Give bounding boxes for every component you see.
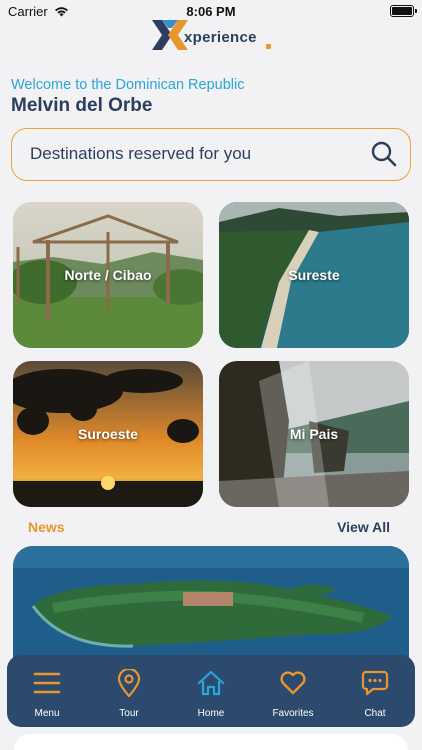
suroeste-label: Suroeste: [78, 426, 138, 442]
menu-icon: [33, 672, 61, 694]
tab-bar: Menu Tour Home Favorites Chat: [7, 655, 415, 727]
tab-menu[interactable]: Menu: [7, 655, 87, 727]
news-heading: News: [28, 519, 65, 535]
logo-text: xperience: [184, 29, 257, 46]
logo-dot: [266, 44, 271, 49]
norte-cibao-label: Norte / Cibao: [64, 267, 152, 283]
destination-card-mi-pais[interactable]: Mi Pais: [219, 361, 409, 507]
tab-home-label: Home: [197, 708, 225, 719]
tab-chat[interactable]: Chat: [335, 655, 415, 727]
destination-card-norte-cibao[interactable]: Norte / Cibao: [13, 202, 203, 348]
tab-favorites-label: Favorites: [272, 708, 314, 719]
destination-card-sureste[interactable]: Sureste: [219, 202, 409, 348]
tab-chat-label: Chat: [364, 708, 386, 719]
user-name: Melvin del Orbe: [11, 95, 153, 116]
search-bar[interactable]: [11, 128, 411, 181]
tab-favorites[interactable]: Favorites: [253, 655, 333, 727]
destination-card-suroeste[interactable]: Suroeste: [13, 361, 203, 507]
tab-menu-label: Menu: [34, 708, 60, 719]
view-all-link[interactable]: View All: [337, 519, 390, 535]
chat-icon: [361, 670, 389, 696]
location-pin-icon: [117, 669, 141, 697]
home-icon: [197, 670, 225, 696]
welcome-text: Welcome to the Dominican Republic: [11, 77, 245, 93]
tab-home[interactable]: Home: [171, 655, 251, 727]
tab-tour[interactable]: Tour: [89, 655, 169, 727]
tab-tour-label: Tour: [119, 708, 139, 719]
heart-icon: [280, 671, 306, 695]
app-logo: xperience: [0, 18, 422, 54]
mi-pais-label: Mi Pais: [289, 426, 339, 442]
search-input[interactable]: [30, 129, 360, 179]
battery-icon: [390, 5, 417, 17]
bottom-sheet-edge: [14, 734, 408, 750]
sureste-label: Sureste: [288, 267, 340, 283]
clock: 8:06 PM: [186, 4, 236, 19]
search-icon[interactable]: [370, 140, 398, 168]
